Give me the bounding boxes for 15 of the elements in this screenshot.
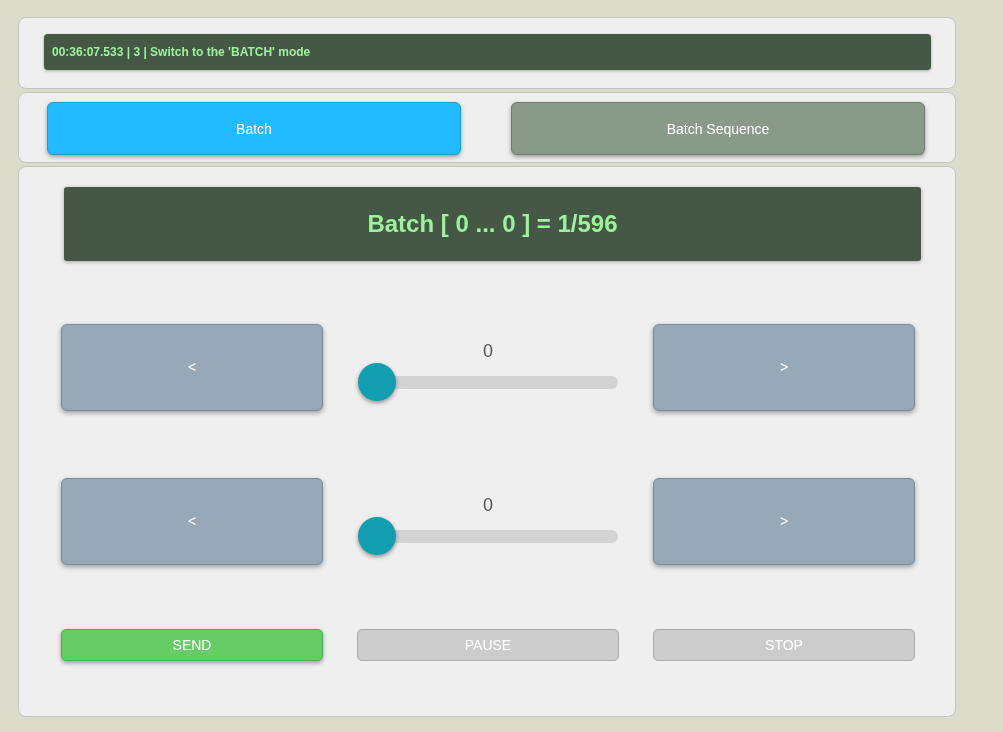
action-button[interactable]: SEND — [61, 629, 323, 661]
batch-title: Batch [ 0 ... 0 ] = 1/596 — [64, 187, 921, 261]
log-message: 00:36:07.533 | 3 | Switch to the 'BATCH' mode — [44, 34, 931, 70]
slider-thumb[interactable] — [358, 517, 396, 555]
slider-value: 0 — [483, 495, 493, 516]
next-button[interactable]: > — [653, 477, 915, 565]
next-button[interactable]: > — [653, 323, 915, 411]
previous-button[interactable]: < — [61, 323, 323, 411]
previous-button[interactable]: < — [61, 477, 323, 565]
slider[interactable] — [358, 363, 618, 401]
mode-tab[interactable]: Batch — [47, 102, 461, 155]
mode-tab[interactable]: Batch Sequence — [511, 102, 925, 155]
slider-thumb[interactable] — [358, 363, 396, 401]
slider-value: 0 — [483, 341, 493, 362]
slider[interactable] — [358, 517, 618, 555]
